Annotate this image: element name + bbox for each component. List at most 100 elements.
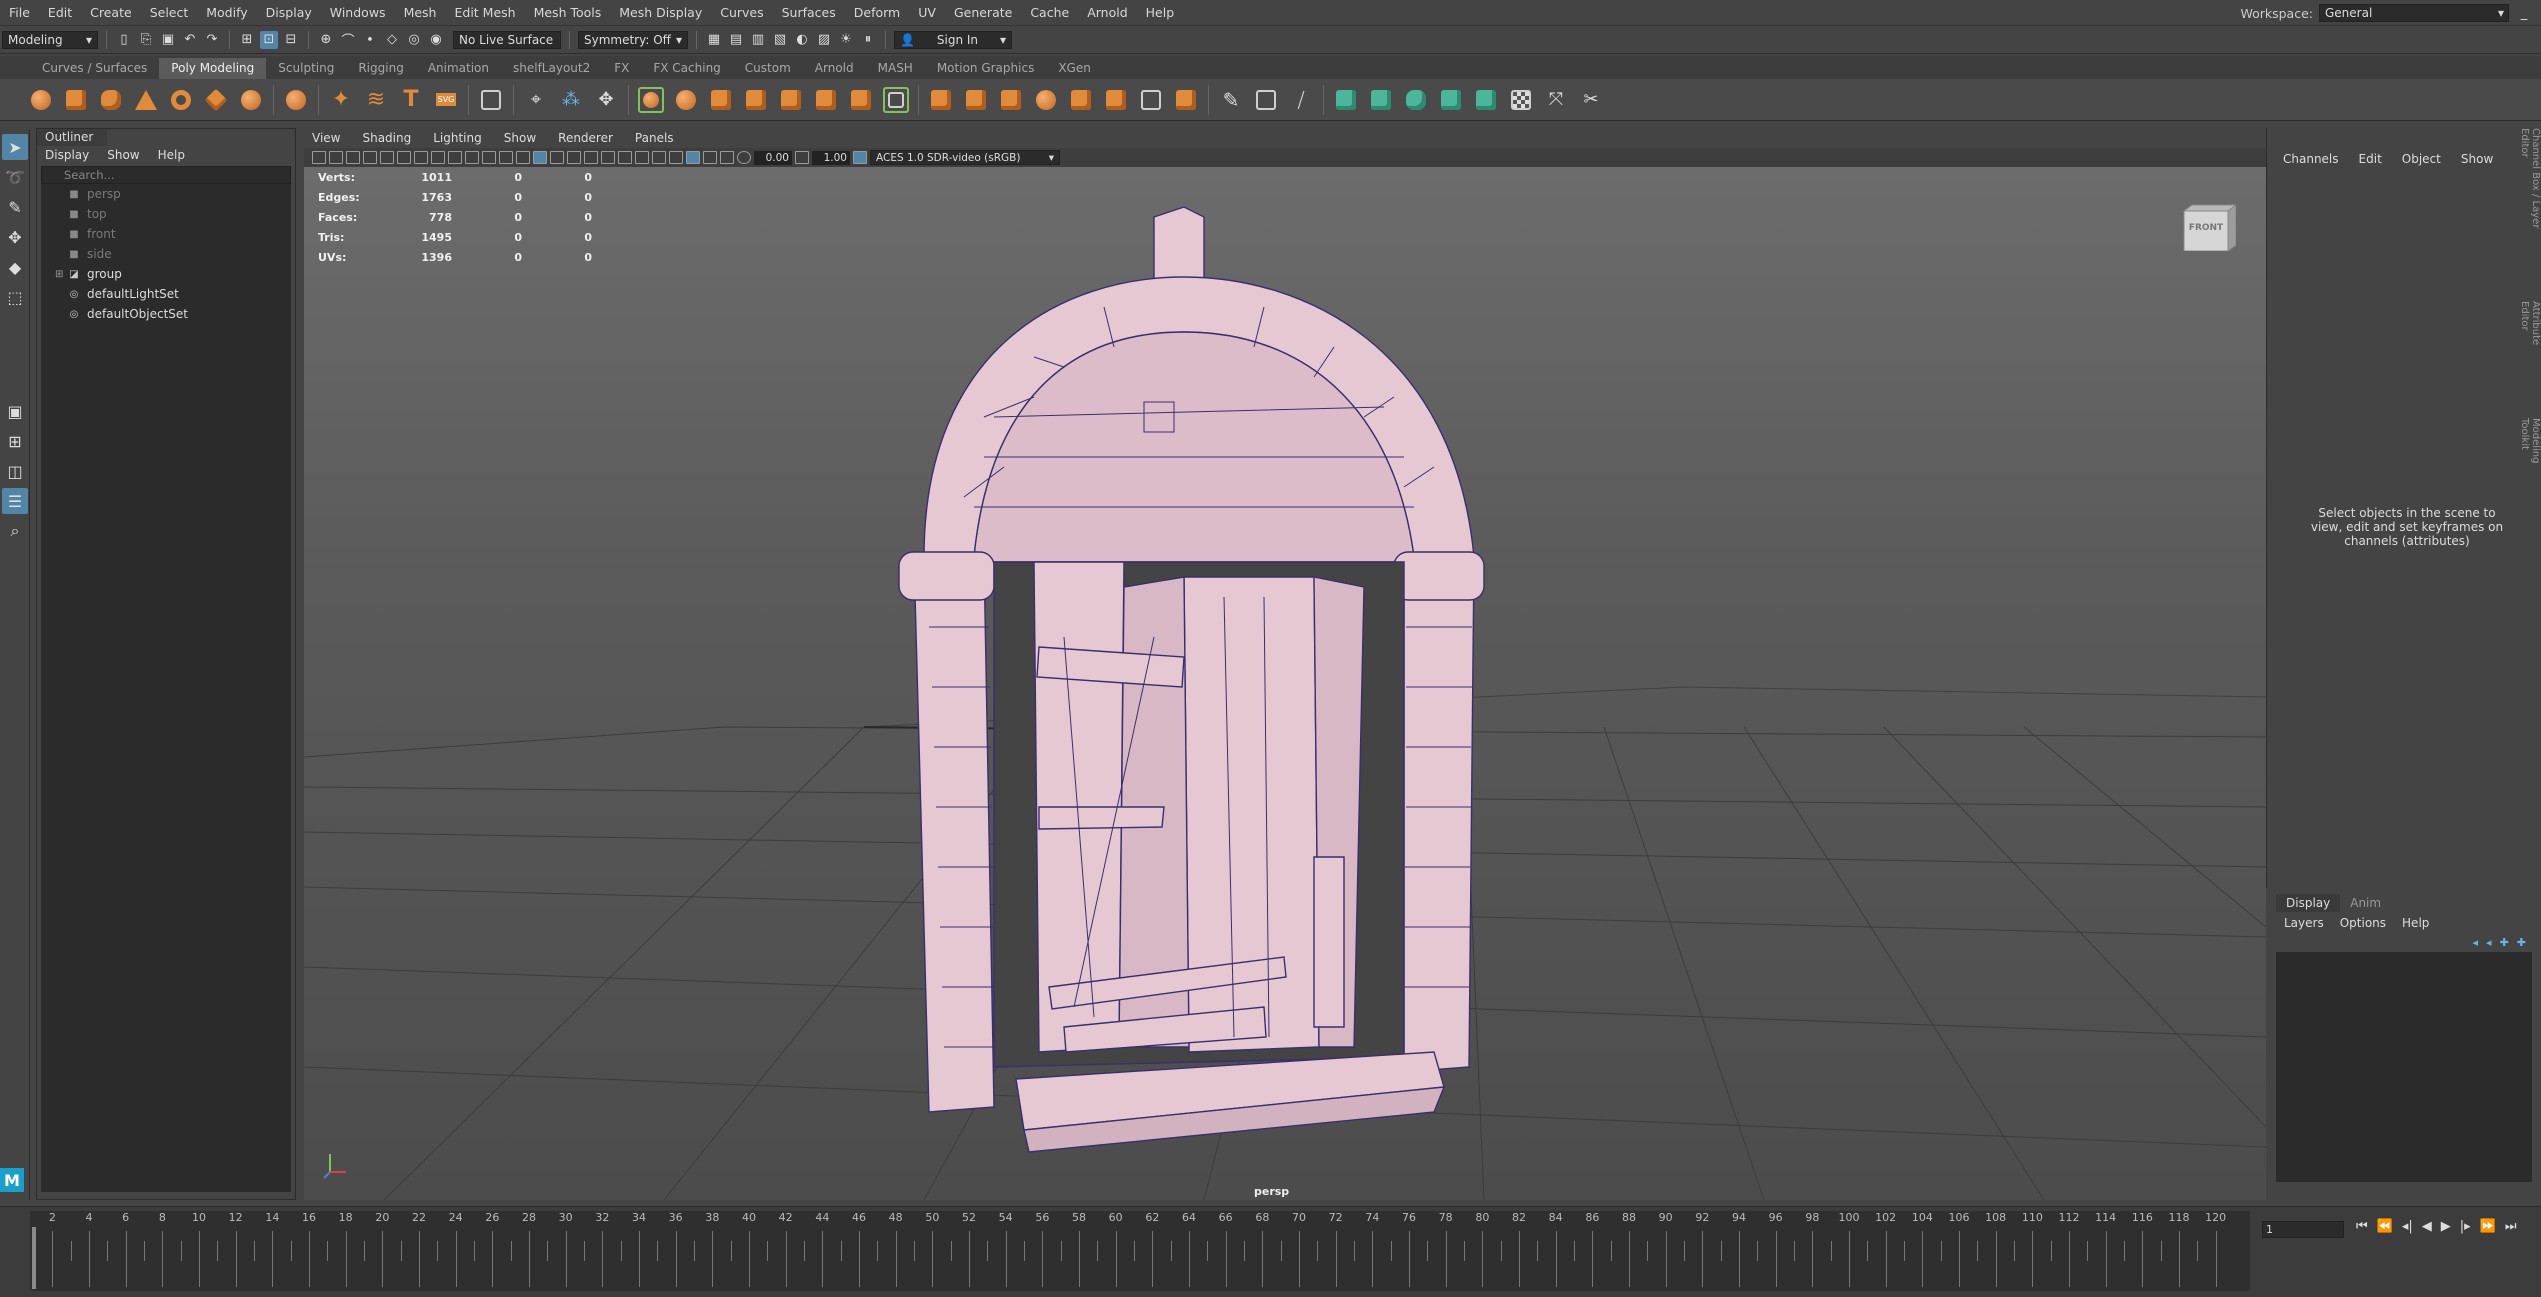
undo-icon[interactable]: ↶ bbox=[181, 31, 199, 49]
channel-menu-channels[interactable]: Channels bbox=[2283, 152, 2339, 166]
separate-icon[interactable] bbox=[673, 87, 699, 113]
play-forwards-icon[interactable]: ▶ bbox=[2441, 1219, 2451, 1234]
side-tab-attribute-editor[interactable]: Attribute Editor bbox=[2519, 301, 2541, 378]
outliner-layout-icon[interactable]: ☰ bbox=[2, 488, 28, 514]
menu-create[interactable]: Create bbox=[81, 5, 141, 20]
menu-windows[interactable]: Windows bbox=[321, 5, 395, 20]
extrude-icon[interactable] bbox=[928, 87, 954, 113]
xray-icon[interactable] bbox=[686, 151, 700, 164]
poly-torus-icon[interactable] bbox=[168, 87, 194, 113]
shelf-tab-mash[interactable]: MASH bbox=[866, 58, 925, 79]
layout-icon[interactable]: ⤧ bbox=[1543, 87, 1569, 113]
viewport-menu-lighting[interactable]: Lighting bbox=[433, 131, 482, 145]
poly-cylinder-icon[interactable] bbox=[98, 87, 124, 113]
shelf-tab-custom[interactable]: Custom bbox=[733, 58, 803, 79]
current-frame-field[interactable]: 1 bbox=[2262, 1221, 2344, 1238]
outliner-menu-display[interactable]: Display bbox=[45, 148, 89, 162]
boolean-icon[interactable] bbox=[778, 87, 804, 113]
bevel-icon[interactable] bbox=[998, 87, 1024, 113]
step-forward-frame-icon[interactable]: |▸ bbox=[2460, 1219, 2471, 1234]
shelf-tab-fx-caching[interactable]: FX Caching bbox=[641, 58, 732, 79]
automatic-map-icon[interactable] bbox=[1438, 87, 1464, 113]
type-tool-icon[interactable]: T bbox=[398, 87, 424, 113]
exposure-field[interactable]: 0.00 bbox=[754, 150, 792, 165]
textured-icon[interactable] bbox=[550, 151, 564, 164]
multi-cut-icon[interactable]: ✎ bbox=[1218, 87, 1244, 113]
antialias-icon[interactable] bbox=[635, 151, 649, 164]
four-view-icon[interactable]: ⊞ bbox=[2, 428, 28, 454]
move-layer-down-icon[interactable]: ◂ bbox=[2486, 936, 2492, 949]
xray-active-icon[interactable] bbox=[720, 151, 734, 164]
new-scene-icon[interactable]: ▯ bbox=[115, 31, 133, 49]
layer-menu-options[interactable]: Options bbox=[2340, 916, 2386, 930]
wedge-icon[interactable] bbox=[1103, 87, 1129, 113]
move-layer-up-icon[interactable]: ◂ bbox=[2473, 936, 2479, 949]
workspace-dropdown[interactable]: General ▾ bbox=[2319, 4, 2509, 22]
side-tab-channel-box[interactable]: Channel Box / Layer Editor bbox=[2519, 128, 2541, 261]
go-to-start-icon[interactable]: ⏮ bbox=[2356, 1219, 2368, 1234]
menu-arnold[interactable]: Arnold bbox=[1078, 5, 1136, 20]
time-ruler[interactable]: 2 4 6 8 10 12 14 16 18 20 22 24 26 28 30 32 34 36 38 40 42 44… bbox=[30, 1211, 2250, 1291]
persp-outliner-icon[interactable]: ◫ bbox=[2, 458, 28, 484]
render-setup-icon[interactable]: ▨ bbox=[815, 31, 833, 49]
outliner-menu-show[interactable]: Show bbox=[107, 148, 139, 162]
outliner-item[interactable]: ◎ defaultObjectSet bbox=[41, 304, 291, 324]
snap-plane-icon[interactable]: ◇ bbox=[383, 31, 401, 49]
shelf-tab-xgen[interactable]: XGen bbox=[1046, 58, 1103, 79]
menu-surfaces[interactable]: Surfaces bbox=[773, 5, 845, 20]
wireframe-on-shaded-icon[interactable] bbox=[533, 151, 547, 164]
menu-select[interactable]: Select bbox=[141, 5, 198, 20]
perspective-viewport[interactable]: Verts: 1011 0 0 Edges: 1763 0 0 Faces: 778 0 0 Tris:… bbox=[304, 167, 2266, 1200]
step-forward-key-icon[interactable]: ⏩ bbox=[2480, 1219, 2496, 1234]
color-management-icon[interactable] bbox=[853, 151, 867, 164]
shelf-tab-arnold[interactable]: Arnold bbox=[803, 58, 866, 79]
safe-action-icon[interactable] bbox=[465, 151, 479, 164]
snap-surface-icon[interactable]: ◎ bbox=[405, 31, 423, 49]
outliner-search-input[interactable]: Search... bbox=[41, 166, 291, 184]
film-gate-icon[interactable] bbox=[397, 151, 411, 164]
layer-tab-display[interactable]: Display bbox=[2276, 894, 2341, 912]
modeling-toolkit-icon[interactable] bbox=[478, 87, 504, 113]
safe-title-icon[interactable] bbox=[482, 151, 496, 164]
smooth-icon[interactable] bbox=[743, 87, 769, 113]
play-backwards-icon[interactable]: ◀ bbox=[2422, 1219, 2432, 1234]
ipr-render-icon[interactable]: ▥ bbox=[749, 31, 767, 49]
poly-platonic-icon[interactable] bbox=[283, 87, 309, 113]
channel-menu-object[interactable]: Object bbox=[2402, 152, 2441, 166]
select-tool-icon[interactable]: ➤ bbox=[2, 134, 28, 160]
poly-count-icon[interactable]: ⁂ bbox=[558, 87, 584, 113]
image-plane-icon[interactable] bbox=[363, 151, 377, 164]
wireframe-icon[interactable] bbox=[499, 151, 513, 164]
poly-cube-icon[interactable] bbox=[63, 87, 89, 113]
new-layer-selected-icon[interactable]: ✚ bbox=[2517, 936, 2526, 949]
current-frame-marker[interactable] bbox=[32, 1227, 36, 1289]
select-hierarchy-icon[interactable]: ⊞ bbox=[238, 31, 256, 49]
step-back-frame-icon[interactable]: ◂| bbox=[2402, 1219, 2413, 1234]
save-scene-icon[interactable]: ▣ bbox=[159, 31, 177, 49]
menu-edit[interactable]: Edit bbox=[39, 5, 81, 20]
channel-menu-show[interactable]: Show bbox=[2461, 152, 2493, 166]
shadows-icon[interactable] bbox=[584, 151, 598, 164]
isolate-icon[interactable] bbox=[669, 151, 683, 164]
mode-dropdown[interactable]: Modeling ▾ bbox=[2, 30, 98, 49]
scale-tool-icon[interactable]: ⬚ bbox=[2, 284, 28, 310]
shelf-tab-fx[interactable]: FX bbox=[602, 58, 641, 79]
field-chart-icon[interactable] bbox=[448, 151, 462, 164]
menu-deform[interactable]: Deform bbox=[845, 5, 909, 20]
bevel-edge-icon[interactable] bbox=[1033, 87, 1059, 113]
menu-generate[interactable]: Generate bbox=[945, 5, 1021, 20]
sweep-mesh-icon[interactable]: ≋ bbox=[363, 87, 389, 113]
menu-file[interactable]: File bbox=[0, 5, 39, 20]
outliner-item[interactable]: ■ persp bbox=[41, 184, 291, 204]
poke-icon[interactable] bbox=[1068, 87, 1094, 113]
depth-of-field-icon[interactable] bbox=[652, 151, 666, 164]
smooth-shade-icon[interactable] bbox=[516, 151, 530, 164]
camera-attr-icon[interactable] bbox=[329, 151, 343, 164]
shelf-tab-sculpting[interactable]: Sculpting bbox=[266, 58, 346, 79]
ambient-occlusion-icon[interactable] bbox=[601, 151, 615, 164]
remesh-icon[interactable] bbox=[848, 87, 874, 113]
lights-icon[interactable] bbox=[567, 151, 581, 164]
poly-plane-icon[interactable] bbox=[203, 87, 229, 113]
render-settings-icon[interactable]: ▧ bbox=[771, 31, 789, 49]
sign-in-button[interactable]: 👤 Sign In ▾ bbox=[894, 30, 1012, 49]
